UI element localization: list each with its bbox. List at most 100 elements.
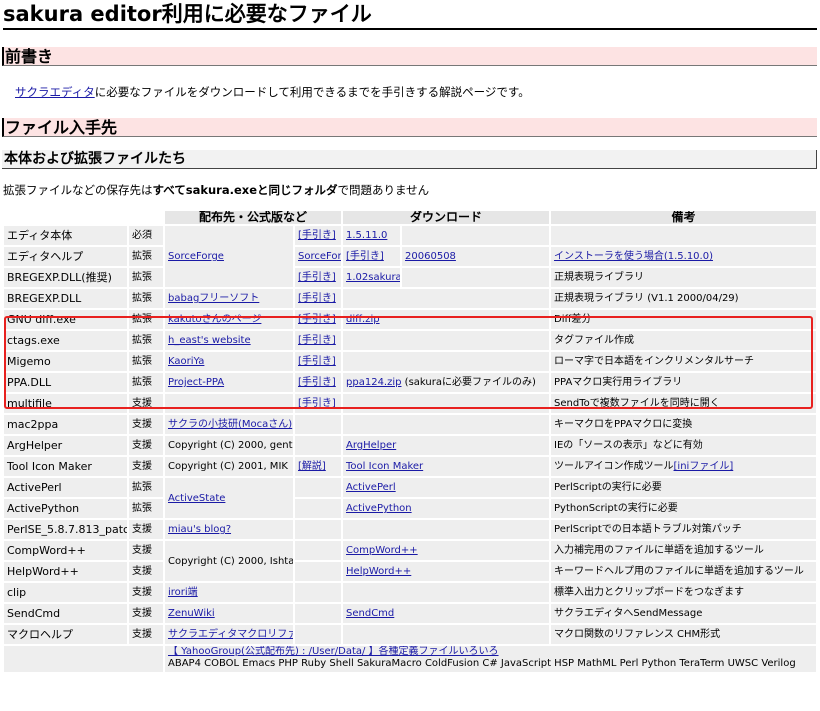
site-cell[interactable]: SorceForge bbox=[295, 247, 342, 266]
guide-link[interactable]: [手引き] bbox=[346, 251, 384, 262]
guide-link[interactable]: [手引き] bbox=[298, 272, 336, 283]
sakura-editor-link[interactable]: サクラエディタ bbox=[15, 85, 95, 99]
download-link[interactable]: diff.zip bbox=[346, 314, 380, 325]
site-cell[interactable]: babagフリーソフト bbox=[165, 289, 293, 308]
site-link[interactable]: SorceForge bbox=[298, 251, 341, 262]
remark-cell: キーマクロをPPAマクロに変換 bbox=[551, 415, 817, 434]
site-cell[interactable]: サクラエディタマクロリファレンス bbox=[165, 625, 293, 644]
guide-link[interactable]: [手引き] bbox=[298, 377, 336, 388]
guide-cell bbox=[295, 625, 342, 644]
note-prefix: 拡張ファイルなどの保存先は bbox=[3, 183, 153, 197]
yahoo-group-link[interactable]: 【 YahooGroup(公式配布先) : /User/Data/ 】各種定義フ… bbox=[168, 646, 499, 657]
site-link[interactable]: KaoriYa bbox=[168, 356, 204, 367]
site-link[interactable]: SorceForge bbox=[168, 251, 224, 262]
guide-cell[interactable]: [手引き] bbox=[295, 373, 342, 392]
site-link[interactable]: miau's blog? bbox=[168, 524, 231, 535]
site-cell[interactable]: Project-PPA bbox=[165, 373, 293, 392]
page-title: sakura editor利用に必要なファイル bbox=[3, 2, 372, 26]
site-link[interactable]: ActiveState bbox=[168, 493, 225, 504]
site-link[interactable]: babagフリーソフト bbox=[168, 293, 259, 304]
site-link[interactable]: サクラの小技研(Mocaさん) bbox=[168, 419, 292, 430]
site-cell[interactable]: SorceForge bbox=[165, 226, 293, 287]
remark-link[interactable]: [iniファイル] bbox=[674, 461, 734, 472]
download-link[interactable]: HelpWord++ bbox=[346, 566, 411, 577]
download-link[interactable]: ArgHelper bbox=[346, 440, 396, 451]
remark-cell: PPAマクロ実行用ライブラリ bbox=[551, 373, 817, 392]
download-link[interactable]: ppa124.zip bbox=[346, 377, 401, 388]
guide-cell[interactable]: [手引き] bbox=[295, 394, 342, 413]
guide-link[interactable]: [手引き] bbox=[298, 314, 336, 325]
guide-link[interactable]: [手引き] bbox=[298, 356, 336, 367]
remark-cell: サクラエディタへSendMessage bbox=[551, 604, 817, 623]
download-link[interactable]: Tool Icon Maker bbox=[346, 461, 423, 472]
remark-text: ツールアイコン作成ツール bbox=[554, 461, 674, 472]
site-link[interactable]: kakutoさんのページ bbox=[168, 314, 261, 325]
download-cell[interactable]: HelpWord++ bbox=[343, 562, 550, 581]
remark-cell: ローマ字で日本語をインクリメンタルサーチ bbox=[551, 352, 817, 371]
guide-cell[interactable]: [手引き] bbox=[295, 226, 342, 245]
guide-cell[interactable]: [解説] bbox=[295, 457, 342, 476]
guide-cell bbox=[295, 583, 342, 602]
download-cell[interactable]: 1.02sakura bbox=[343, 268, 401, 287]
site-cell[interactable]: KaoriYa bbox=[165, 352, 293, 371]
remark-cell: 入力補完用のファイルに単語を追加するツール bbox=[551, 541, 817, 560]
guide-cell[interactable]: [手引き] bbox=[295, 310, 342, 329]
table-row: SendCmd 支援 ZenuWiki SendCmd サクラエディタへSendMess… bbox=[4, 604, 818, 623]
remark-cell: キーワードヘルプ用のファイルに単語を追加するツール bbox=[551, 562, 817, 581]
download-cell[interactable]: 1.5.11.0 bbox=[343, 226, 401, 245]
download-link[interactable]: 1.5.11.0 bbox=[346, 230, 387, 241]
site-cell[interactable]: ZenuWiki bbox=[165, 604, 293, 623]
download-extra bbox=[402, 226, 550, 245]
site-link[interactable]: h_east's website bbox=[168, 335, 251, 346]
table-row: BREGEXP.DLL(推奨) 拡張 [手引き] 1.02sakura 正規表現ライブラ… bbox=[4, 268, 818, 287]
footer-blank bbox=[4, 646, 163, 672]
download-cell[interactable]: ActivePython bbox=[343, 499, 550, 518]
site-cell: Copyright (C) 2000, Ishtalle bbox=[165, 541, 293, 581]
download-cell[interactable]: SendCmd bbox=[343, 604, 550, 623]
guide-link[interactable]: [手引き] bbox=[298, 335, 336, 346]
download-cell[interactable]: ActivePerl bbox=[343, 478, 550, 497]
file-name: mac2ppa bbox=[4, 415, 127, 434]
site-cell[interactable]: irori端 bbox=[165, 583, 293, 602]
guide-cell bbox=[295, 520, 342, 539]
download-link[interactable]: SendCmd bbox=[346, 608, 394, 619]
guide-link[interactable]: [手引き] bbox=[298, 398, 336, 409]
download-link[interactable]: ActivePerl bbox=[346, 482, 396, 493]
site-cell[interactable]: ActiveState bbox=[165, 478, 293, 518]
file-kind: 支援 bbox=[129, 562, 163, 581]
guide-cell bbox=[295, 478, 342, 497]
file-name: エディタヘルプ bbox=[4, 247, 127, 266]
file-kind: 支援 bbox=[129, 520, 163, 539]
site-cell[interactable]: サクラの小技研(Mocaさん) bbox=[165, 415, 293, 434]
guide-link[interactable]: [手引き] bbox=[298, 230, 336, 241]
site-cell[interactable]: kakutoさんのページ bbox=[165, 310, 293, 329]
site-link[interactable]: irori端 bbox=[168, 587, 198, 598]
table-row: マクロヘルプ支援サクラエディタマクロリファレンス マクロ関数のリファレンス CHM… bbox=[4, 625, 818, 644]
download-cell[interactable]: ArgHelper bbox=[343, 436, 550, 455]
site-link[interactable]: Project-PPA bbox=[168, 377, 224, 388]
download-cell[interactable]: Tool Icon Maker bbox=[343, 457, 550, 476]
download-link[interactable]: 1.02sakura bbox=[346, 272, 400, 283]
site-link[interactable]: サクラエディタマクロリファレンス bbox=[168, 629, 293, 640]
site-link[interactable]: ZenuWiki bbox=[168, 608, 215, 619]
guide-cell[interactable]: [手引き] bbox=[295, 289, 342, 308]
guide-link[interactable]: [手引き] bbox=[298, 293, 336, 304]
download-cell[interactable]: CompWord++ bbox=[343, 541, 550, 560]
download-cell[interactable]: ppa124.zip (sakuraに必要ファイルのみ) bbox=[343, 373, 550, 392]
installer-cell[interactable]: インストーラを使う場合(1.5.10.0) bbox=[551, 247, 817, 266]
download-link[interactable]: 20060508 bbox=[405, 251, 456, 262]
site-cell[interactable]: miau's blog? bbox=[165, 520, 293, 539]
download-link[interactable]: CompWord++ bbox=[346, 545, 418, 556]
download-cell[interactable]: 20060508 bbox=[402, 247, 550, 266]
download-cell[interactable]: diff.zip bbox=[343, 310, 550, 329]
installer-link[interactable]: インストーラを使う場合(1.5.10.0) bbox=[554, 251, 713, 262]
guide-cell[interactable]: [手引き] bbox=[295, 268, 342, 287]
file-kind: 拡張 bbox=[129, 352, 163, 371]
guide-link[interactable]: [解説] bbox=[298, 461, 326, 472]
guide-cell[interactable]: [手引き] bbox=[295, 352, 342, 371]
file-kind: 必須 bbox=[129, 226, 163, 245]
download-link[interactable]: ActivePython bbox=[346, 503, 412, 514]
guide-cell[interactable]: [手引き] bbox=[295, 331, 342, 350]
guide-cell[interactable]: [手引き] bbox=[343, 247, 401, 266]
site-cell[interactable]: h_east's website bbox=[165, 331, 293, 350]
